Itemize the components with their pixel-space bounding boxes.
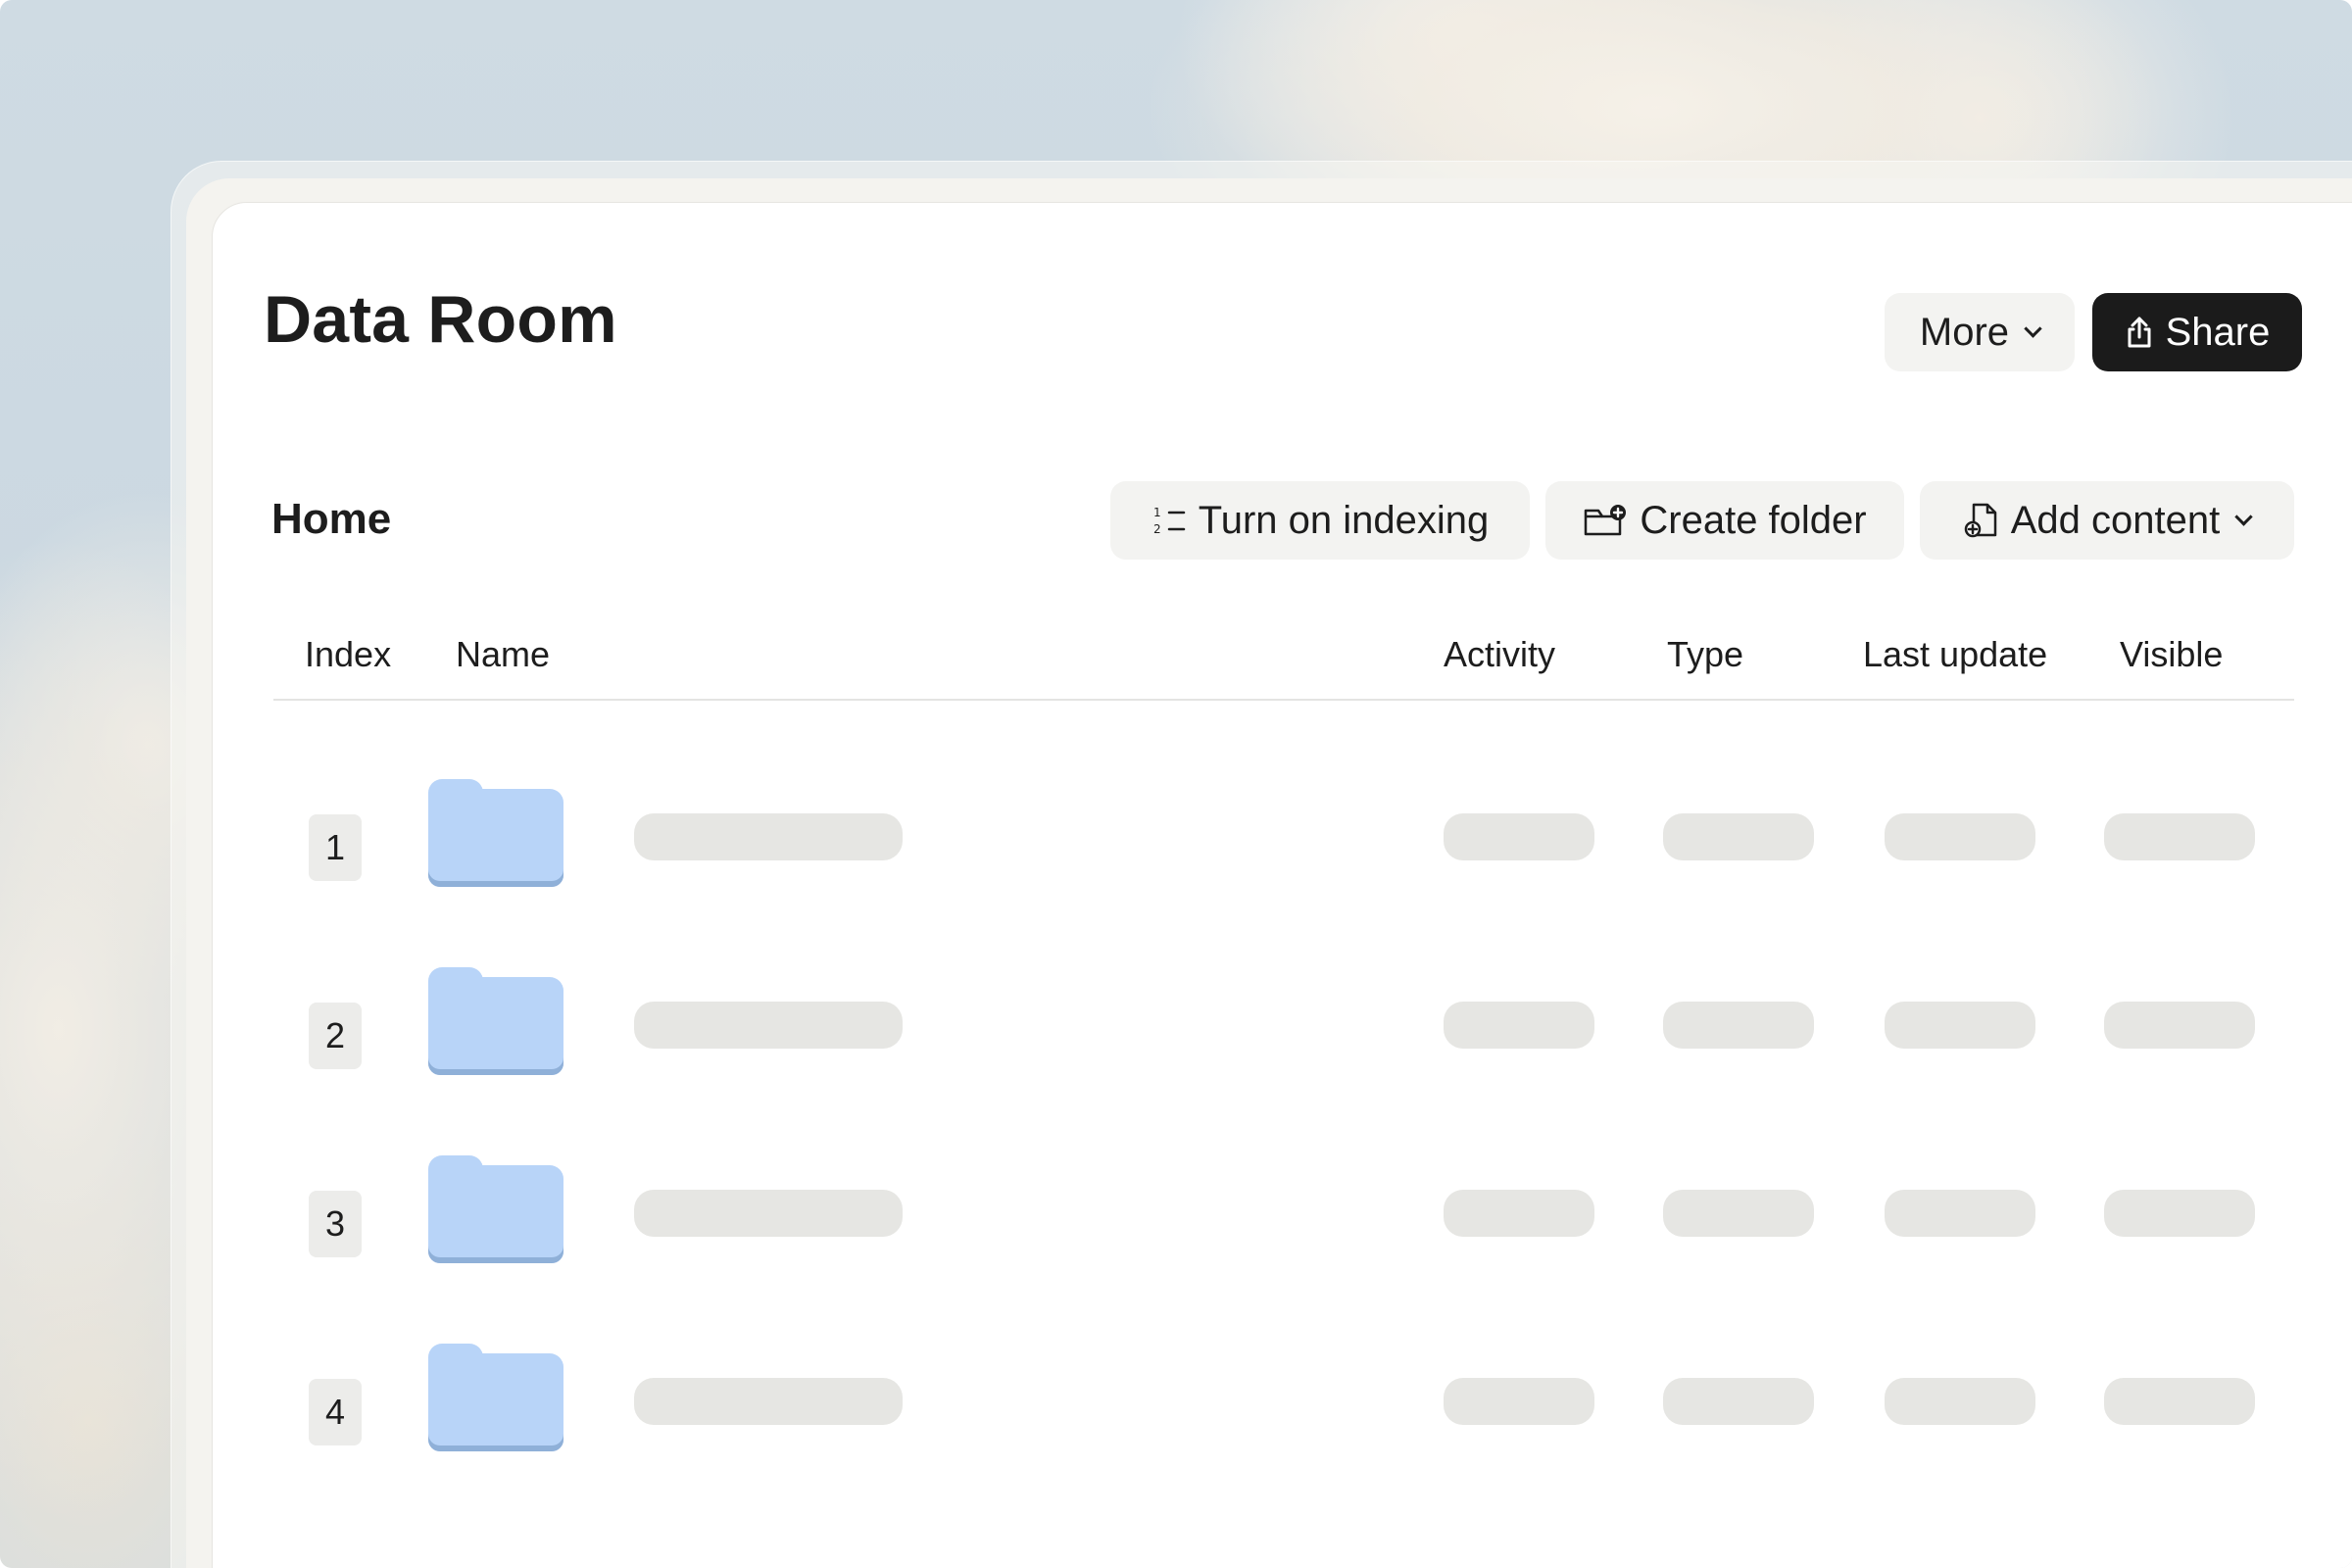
create-folder-button[interactable]: Create folder [1545, 481, 1904, 560]
table-row[interactable]: 1 [213, 779, 2352, 926]
type-placeholder [1663, 1190, 1814, 1237]
turn-on-indexing-button[interactable]: 1 2 Turn on indexing [1110, 481, 1530, 560]
create-folder-label: Create folder [1640, 498, 1867, 542]
type-placeholder [1663, 813, 1814, 860]
folder-icon [428, 1344, 565, 1453]
table-row[interactable]: 2 [213, 967, 2352, 1114]
column-header-index[interactable]: Index [305, 634, 391, 675]
add-content-label: Add content [2010, 498, 2221, 542]
share-button-label: Share [2165, 310, 2271, 354]
folder-plus-icon [1583, 503, 1628, 538]
column-header-activity[interactable]: Activity [1444, 634, 1555, 675]
folder-icon [428, 967, 565, 1077]
visible-placeholder [2104, 1190, 2255, 1237]
chevron-down-icon [2024, 318, 2042, 338]
numbered-list-icon: 1 2 [1152, 504, 1187, 537]
row-index: 1 [309, 814, 362, 881]
add-content-button[interactable]: Add content [1920, 481, 2294, 560]
visible-placeholder [2104, 1378, 2255, 1425]
name-placeholder [634, 1190, 903, 1237]
folder-icon [428, 1155, 565, 1265]
name-placeholder [634, 1378, 903, 1425]
visible-placeholder [2104, 1002, 2255, 1049]
turn-on-indexing-label: Turn on indexing [1198, 498, 1490, 542]
table-row[interactable]: 4 [213, 1344, 2352, 1491]
type-placeholder [1663, 1378, 1814, 1425]
name-placeholder [634, 813, 903, 860]
more-button-label: More [1919, 310, 2010, 354]
chevron-down-icon [2234, 507, 2253, 526]
table-header-divider [273, 699, 2294, 701]
column-header-name[interactable]: Name [456, 634, 550, 675]
last-update-placeholder [1885, 1002, 2035, 1049]
type-placeholder [1663, 1002, 1814, 1049]
last-update-placeholder [1885, 1190, 2035, 1237]
page-title: Data Room [264, 282, 617, 357]
column-header-type[interactable]: Type [1667, 634, 1743, 675]
name-placeholder [634, 1002, 903, 1049]
last-update-placeholder [1885, 1378, 2035, 1425]
column-header-visible[interactable]: Visible [2120, 634, 2223, 675]
column-header-last-update[interactable]: Last update [1863, 634, 2047, 675]
folder-icon [428, 779, 565, 889]
row-index: 2 [309, 1003, 362, 1069]
activity-placeholder [1444, 1378, 1594, 1425]
last-update-placeholder [1885, 813, 2035, 860]
svg-text:1: 1 [1153, 506, 1161, 519]
section-title: Home [271, 495, 392, 543]
visible-placeholder [2104, 813, 2255, 860]
data-room-window: Data Room More Share Home 1 2 Turn on in… [212, 202, 2352, 1568]
svg-text:2: 2 [1153, 522, 1161, 536]
row-index: 4 [309, 1379, 362, 1446]
share-button[interactable]: Share [2092, 293, 2302, 371]
share-icon [2125, 316, 2154, 349]
activity-placeholder [1444, 1190, 1594, 1237]
activity-placeholder [1444, 1002, 1594, 1049]
more-button[interactable]: More [1885, 293, 2075, 371]
file-plus-icon [1964, 502, 1999, 539]
row-index: 3 [309, 1191, 362, 1257]
table-row[interactable]: 3 [213, 1155, 2352, 1302]
activity-placeholder [1444, 813, 1594, 860]
background-scene: Data Room More Share Home 1 2 Turn on in… [0, 0, 2352, 1568]
